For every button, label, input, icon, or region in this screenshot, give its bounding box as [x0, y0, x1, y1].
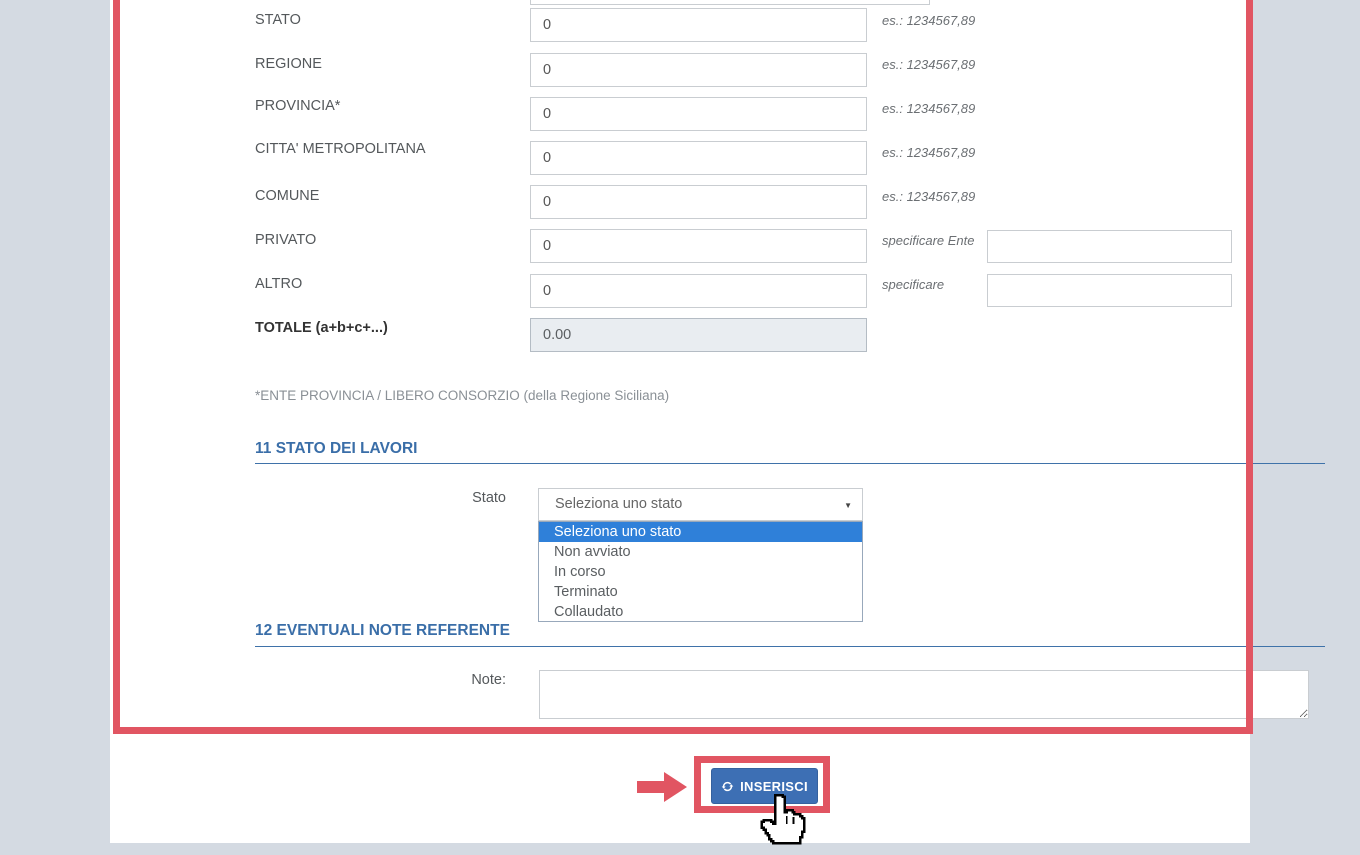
- section-12-divider: [255, 646, 1325, 647]
- hint-privato: specificare Ente: [882, 233, 975, 248]
- cutoff-input-above[interactable]: [530, 0, 930, 5]
- hint-altro: specificare: [882, 277, 944, 292]
- refresh-icon: [721, 780, 734, 793]
- stato-dropdown-list: Seleziona uno stato Non avviato In corso…: [538, 521, 863, 622]
- section-11-title: 11 STATO DEI LAVORI: [255, 440, 418, 458]
- label-stato: STATO: [255, 12, 301, 28]
- dropdown-option-collaudato[interactable]: Collaudato: [539, 602, 862, 622]
- dropdown-option-in-corso[interactable]: In corso: [539, 562, 862, 582]
- footnote-ente-provincia: *ENTE PROVINCIA / LIBERO CONSORZIO (dell…: [255, 388, 669, 403]
- comune-amount-input[interactable]: [530, 185, 867, 219]
- note-textarea[interactable]: [539, 670, 1309, 719]
- label-regione: REGIONE: [255, 56, 322, 72]
- label-totale: TOTALE (a+b+c+...): [255, 320, 388, 336]
- hint-citta-metropolitana: es.: 1234567,89: [882, 145, 975, 160]
- provincia-amount-input[interactable]: [530, 97, 867, 131]
- citta-metropolitana-amount-input[interactable]: [530, 141, 867, 175]
- chevron-down-icon: ▼: [844, 501, 852, 510]
- regione-amount-input[interactable]: [530, 53, 867, 87]
- inserisci-button-label: INSERISCI: [740, 779, 808, 794]
- hint-regione: es.: 1234567,89: [882, 57, 975, 72]
- section-12-title: 12 EVENTUALI NOTE REFERENTE: [255, 622, 510, 640]
- totale-amount-input: [530, 318, 867, 352]
- privato-amount-input[interactable]: [530, 229, 867, 263]
- label-provincia: PROVINCIA*: [255, 98, 340, 114]
- dropdown-option-seleziona[interactable]: Seleziona uno stato: [539, 522, 862, 542]
- dropdown-option-terminato[interactable]: Terminato: [539, 582, 862, 602]
- hint-comune: es.: 1234567,89: [882, 189, 975, 204]
- red-arrow-icon: [637, 772, 687, 802]
- specificare-ente-input[interactable]: [987, 230, 1232, 263]
- dropdown-option-non-avviato[interactable]: Non avviato: [539, 542, 862, 562]
- specificare-input[interactable]: [987, 274, 1232, 307]
- stato-select-value: Seleziona uno stato: [555, 496, 682, 512]
- stato-select-label: Stato: [410, 490, 506, 506]
- hint-stato: es.: 1234567,89: [882, 13, 975, 28]
- section-11-divider: [255, 463, 1325, 464]
- hint-provincia: es.: 1234567,89: [882, 101, 975, 116]
- stato-select[interactable]: Seleziona uno stato ▼: [538, 488, 863, 521]
- altro-amount-input[interactable]: [530, 274, 867, 308]
- label-citta-metropolitana: CITTA' METROPOLITANA: [255, 141, 426, 157]
- note-label: Note:: [410, 672, 506, 688]
- label-comune: COMUNE: [255, 188, 319, 204]
- stato-amount-input[interactable]: [530, 8, 867, 42]
- label-privato: PRIVATO: [255, 232, 316, 248]
- label-altro: ALTRO: [255, 276, 302, 292]
- form-panel: STATO es.: 1234567,89 REGIONE es.: 12345…: [110, 0, 1250, 843]
- inserisci-button[interactable]: INSERISCI: [711, 768, 818, 804]
